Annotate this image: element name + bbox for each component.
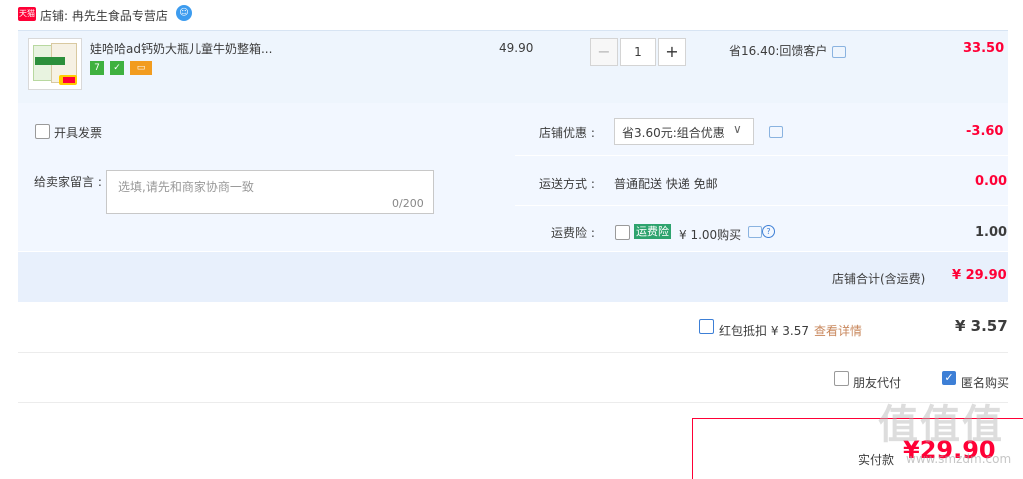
friend-pay-label: 朋友代付 <box>853 376 902 390</box>
qty-increment-button[interactable]: + <box>658 38 686 66</box>
message-placeholder: 选填,请先和商家协商一致 <box>118 180 254 194</box>
shop-total-amount: ¥ 29.90 <box>952 268 1007 283</box>
friend-pay-checkbox[interactable] <box>834 371 849 386</box>
payment-label: 实付款 <box>858 453 895 467</box>
insurance-label: 运费险 : <box>551 226 595 240</box>
discount-chat-icon[interactable] <box>769 126 783 138</box>
chevron-down-icon: ∨ <box>733 122 742 136</box>
quantity-stepper: − 1 + <box>590 38 686 66</box>
shop-discount-selected: 省3.60元:组合优惠 <box>622 126 725 140</box>
invoice-label: 开具发票 <box>54 126 103 140</box>
anonymous-checkbox[interactable]: ✓ <box>942 371 956 385</box>
message-counter: 0/200 <box>392 197 424 210</box>
unit-price: 49.90 <box>499 41 534 55</box>
red-packet-label: 红包抵扣 ¥ 3.57 <box>719 324 809 338</box>
red-packet-details-link[interactable]: 查看详情 <box>814 322 862 339</box>
shipping-amount: 0.00 <box>975 174 1008 189</box>
insurance-amount: 1.00 <box>975 225 1008 240</box>
insurance-tag: 运费险 <box>634 224 671 239</box>
insurance-price: ¥ 1.00购买 <box>679 228 742 242</box>
shop-total-label: 店铺合计(含运费) <box>832 272 926 286</box>
divider <box>18 402 1008 403</box>
watermark-logo: 值值值 <box>878 402 1004 448</box>
red-packet-amount: ¥ 3.57 <box>955 317 1008 335</box>
shop-name-link[interactable]: 店铺: 冉先生食品专营店 <box>40 7 168 24</box>
shop-discount-label: 店铺优惠 : <box>539 126 595 140</box>
qty-decrement-button[interactable]: − <box>590 38 618 66</box>
insurance-checkbox[interactable] <box>615 225 630 240</box>
shipping-label: 运送方式 : <box>539 177 595 191</box>
divider <box>515 155 1008 157</box>
red-packet-checkbox[interactable] <box>699 319 714 334</box>
shop-discount-amount: -3.60 <box>966 124 1004 139</box>
qty-input[interactable]: 1 <box>620 38 656 66</box>
product-thumbnail[interactable] <box>28 38 82 90</box>
shipping-method: 普通配送 快递 免邮 <box>614 177 718 191</box>
7-day-return-icon: 7 <box>90 61 104 75</box>
item-subtotal: 33.50 <box>963 41 1005 56</box>
wangwang-chat-icon[interactable]: ☺ <box>176 5 192 21</box>
watermark-url: www.smzdm.com <box>906 452 1012 466</box>
credit-card-icon: ▭ <box>130 61 152 75</box>
divider <box>515 205 1008 207</box>
insurance-chat-icon[interactable] <box>748 226 762 238</box>
guarantee-icon: ✓ <box>110 61 124 75</box>
divider <box>18 352 1008 353</box>
help-icon[interactable]: ? <box>762 225 775 238</box>
message-label: 给卖家留言 : <box>34 175 102 189</box>
tmall-badge: 天猫 <box>18 7 36 21</box>
discount-chat-icon[interactable] <box>832 46 846 58</box>
anonymous-label: 匿名购买 <box>961 376 1010 390</box>
item-discount-text: 省16.40:回馈客户 <box>729 44 828 58</box>
product-title-link[interactable]: 娃哈哈ad钙奶大瓶儿童牛奶整箱... <box>90 40 272 57</box>
invoice-checkbox[interactable] <box>35 124 50 139</box>
